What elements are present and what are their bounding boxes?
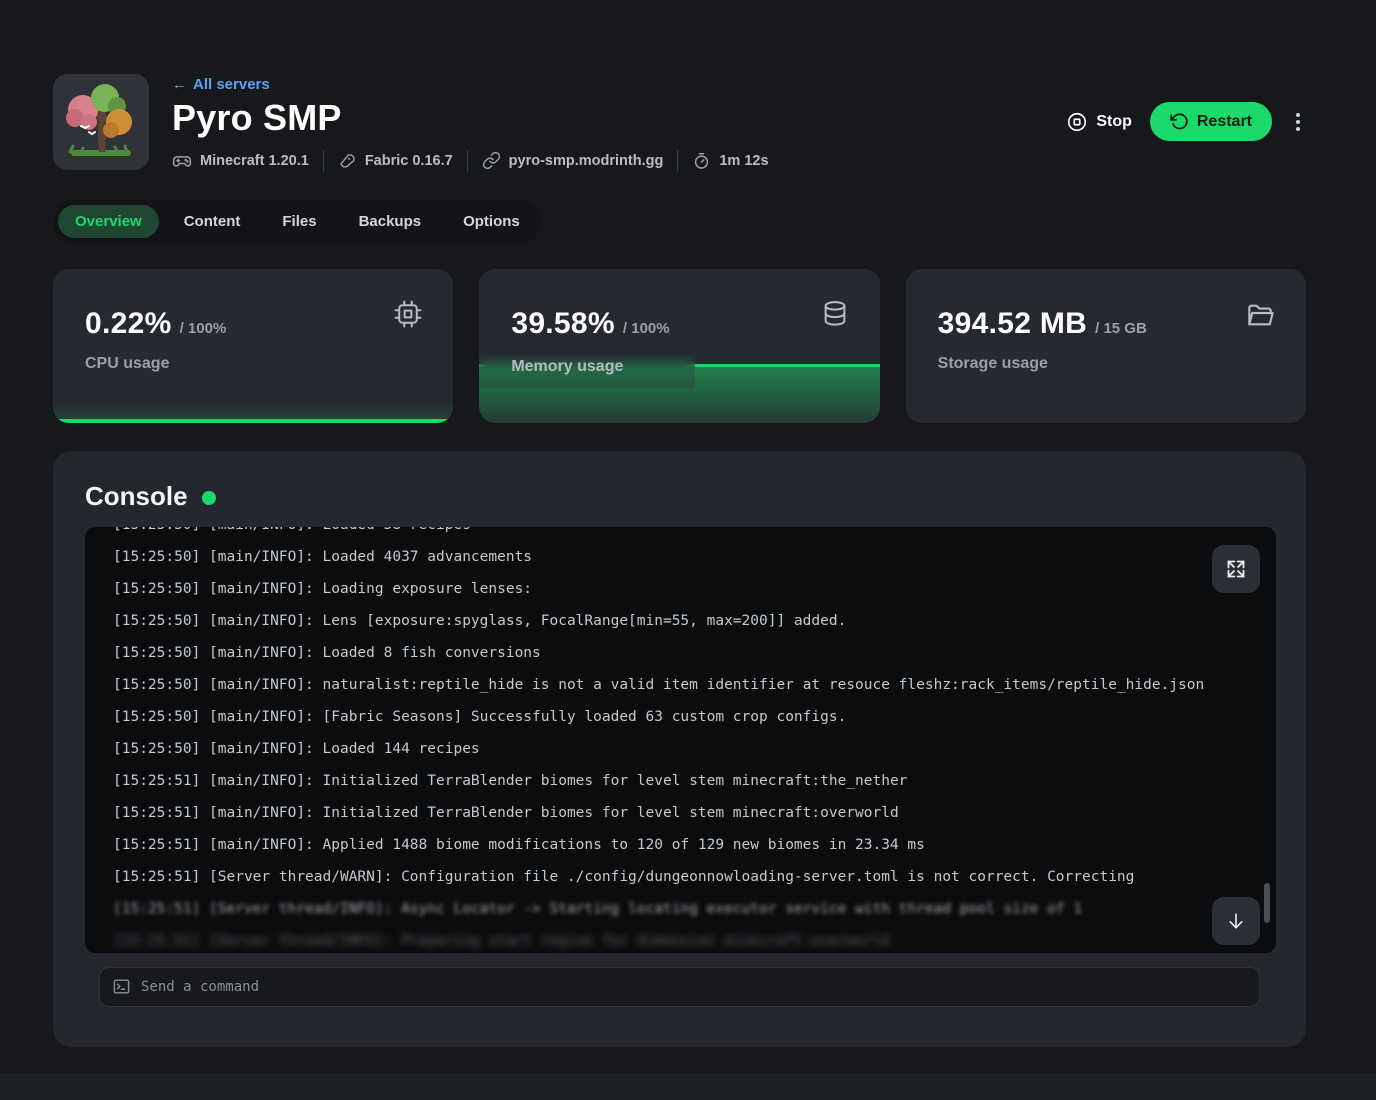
tab-overview[interactable]: Overview (58, 205, 159, 238)
back-link-label: All servers (193, 76, 270, 93)
console-fullscreen-button[interactable] (1212, 545, 1260, 593)
server-online-status-dot (202, 491, 216, 505)
divider (677, 150, 678, 172)
cpu-limit: / 100% (180, 320, 227, 337)
meta-uptime: 1m 12s (692, 151, 768, 170)
restart-icon (1170, 112, 1189, 131)
stopwatch-icon (692, 151, 711, 170)
page-title: Pyro SMP (172, 98, 769, 138)
back-arrow-icon: ← (172, 76, 187, 93)
server-avatar (53, 74, 149, 170)
tab-bar: Overview Content Files Backups Options (53, 200, 542, 243)
stop-circle-icon (1066, 111, 1088, 133)
console-scrollbar-thumb[interactable] (1264, 883, 1270, 923)
expand-icon (1226, 559, 1246, 579)
console-log-line: [15:25:50] [main/INFO]: Loaded 58 recipe… (113, 527, 1276, 541)
console-log-line: [15:25:50] [main/INFO]: Loading exposure… (113, 573, 1276, 605)
cpu-value: 0.22% (85, 307, 172, 341)
storage-label: Storage usage (938, 355, 1278, 373)
cpu-graph-fade (53, 403, 453, 419)
storage-usage-card: 394.52 MB / 15 GB Storage usage (906, 269, 1306, 423)
console-log-line: [15:25:51] [main/INFO]: Applied 1488 bio… (113, 829, 1276, 861)
restart-button[interactable]: Restart (1150, 102, 1272, 141)
cpu-chip-icon (393, 299, 423, 329)
console-log-line: [15:25:51] [main/INFO]: Initialized Terr… (113, 797, 1276, 829)
console-log-line: [15:25:50] [main/INFO]: [Fabric Seasons]… (113, 701, 1276, 733)
storage-value-row: 394.52 MB / 15 GB (938, 307, 1278, 341)
scroll-to-bottom-button[interactable] (1212, 897, 1260, 945)
tab-files[interactable]: Files (265, 205, 333, 238)
page-content: ← All servers Pyro SMP Minecraft 1.20.1 (53, 0, 1306, 1047)
console-panel: Console [15:25:50] [main/INFO]: Loaded 5… (53, 451, 1306, 1047)
stop-button-label: Stop (1096, 113, 1132, 131)
console-log-line: [15:25:50] [main/INFO]: Loaded 8 fish co… (113, 637, 1276, 669)
meta-label: pyro-smp.modrinth.gg (509, 153, 664, 169)
console-header: Console (85, 481, 1276, 512)
tab-backups[interactable]: Backups (342, 205, 439, 238)
divider (323, 150, 324, 172)
meta-loader: Fabric 0.16.7 (338, 151, 453, 170)
console-log-line: [15:25:51] [main/INFO]: Initialized Terr… (113, 765, 1276, 797)
kebab-dot (1296, 127, 1300, 131)
fabric-icon (338, 151, 357, 170)
meta-label: Minecraft 1.20.1 (200, 153, 309, 169)
storage-limit: / 15 GB (1095, 320, 1147, 337)
header-actions: Stop Restart (1066, 74, 1306, 141)
console-log-line-scrolling: [15:25:51] [Server thread/INFO]: Async L… (113, 893, 1276, 925)
terminal-icon (112, 977, 131, 996)
cpu-label: CPU usage (85, 355, 425, 373)
tab-options[interactable]: Options (446, 205, 537, 238)
kebab-dot (1296, 120, 1300, 124)
server-meta-row: Minecraft 1.20.1 Fabric 0.16.7 (172, 150, 769, 172)
server-info: ← All servers Pyro SMP Minecraft 1.20.1 (172, 74, 769, 172)
console-log: [15:25:50] [main/INFO]: Loaded 58 recipe… (85, 527, 1276, 953)
server-header: ← All servers Pyro SMP Minecraft 1.20.1 (53, 74, 1306, 172)
cpu-graph-line (53, 419, 453, 423)
back-to-all-servers-link[interactable]: ← All servers (172, 76, 270, 93)
more-options-button[interactable] (1290, 109, 1306, 135)
memory-value-row: 39.58% / 100% (511, 307, 851, 341)
console-log-line: [15:25:50] [main/INFO]: Lens [exposure:s… (113, 605, 1276, 637)
arrow-down-icon (1226, 911, 1246, 931)
meta-label: Fabric 0.16.7 (365, 153, 453, 169)
divider (467, 150, 468, 172)
console-output[interactable]: [15:25:50] [main/INFO]: Loaded 58 recipe… (85, 527, 1276, 953)
restart-button-label: Restart (1197, 113, 1252, 131)
meta-label: 1m 12s (719, 153, 768, 169)
tree-pixel-art (53, 74, 149, 170)
storage-value: 394.52 MB (938, 307, 1087, 341)
console-log-line: [15:25:50] [main/INFO]: naturalist:repti… (113, 669, 1276, 701)
kebab-dot (1296, 113, 1300, 117)
command-input[interactable] (141, 979, 1247, 995)
link-icon (482, 151, 501, 170)
console-log-line: [15:25:50] [main/INFO]: Loaded 4037 adva… (113, 541, 1276, 573)
memory-value: 39.58% (511, 307, 615, 341)
stop-button[interactable]: Stop (1066, 111, 1132, 133)
console-log-line-scrolling: [15:25:51] [Server thread/INFO]: Prepari… (113, 925, 1276, 953)
memory-limit: / 100% (623, 320, 670, 337)
console-title: Console (85, 481, 188, 512)
console-log-line: [15:25:50] [main/INFO]: Loaded 144 recip… (113, 733, 1276, 765)
meta-address[interactable]: pyro-smp.modrinth.gg (482, 151, 664, 170)
command-bar[interactable] (99, 967, 1260, 1007)
folder-open-icon (1244, 299, 1276, 331)
tab-content[interactable]: Content (167, 205, 258, 238)
stats-row: 0.22% / 100% CPU usage 39.58% / 100% (53, 269, 1306, 423)
cpu-value-row: 0.22% / 100% (85, 307, 425, 341)
footer-strip (0, 1073, 1376, 1100)
meta-game-version: Minecraft 1.20.1 (172, 151, 309, 171)
cpu-usage-card: 0.22% / 100% CPU usage (53, 269, 453, 423)
memory-usage-card: 39.58% / 100% Memory usage (479, 269, 879, 423)
gamepad-icon (172, 151, 192, 171)
memory-label: Memory usage (479, 346, 695, 388)
console-log-line: [15:25:51] [Server thread/WARN]: Configu… (113, 861, 1276, 893)
database-icon (820, 299, 850, 329)
